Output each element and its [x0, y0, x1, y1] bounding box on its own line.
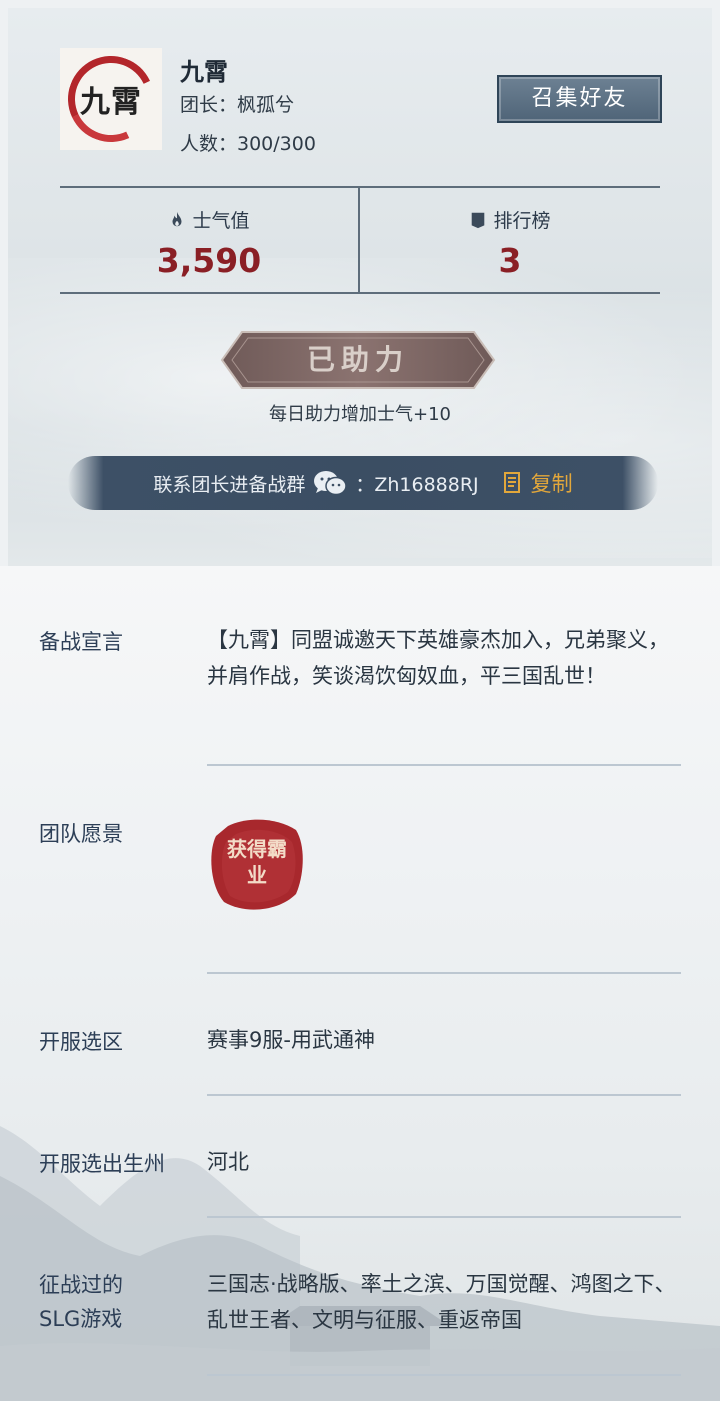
- team-member-count: 人数：300/300: [180, 133, 316, 155]
- contact-bar: 联系团长进备战群 ：Zh16888RJ 复制: [68, 456, 658, 510]
- assisted-label: 已助力: [306, 343, 409, 376]
- birth-state-value: 河北: [207, 1150, 249, 1174]
- assist-tip: 每日助力增加士气+10: [269, 404, 451, 425]
- birth-state-label: 开服选出生州: [39, 1152, 165, 1176]
- assisted-button[interactable]: 已助力: [220, 328, 496, 392]
- team-details: 备战宣言 【九霄】同盟诚邀天下英雄豪杰加入，兄弟聚义，并肩作战，笑谈渴饮匈奴血，…: [0, 566, 720, 1401]
- vision-label: 团队愿景: [39, 822, 123, 846]
- morale-label: 士气值: [192, 210, 250, 232]
- divider: [207, 764, 681, 766]
- declaration-label: 备战宣言: [39, 630, 123, 654]
- declaration-value: 【九霄】同盟诚邀天下英雄豪杰加入，兄弟聚义，并肩作战，笑谈渴饮匈奴血，平三国乱世…: [207, 628, 669, 688]
- wechat-id: ：Zh16888RJ: [355, 473, 479, 496]
- team-card: 九霄 九霄 团长：枫孤兮 人数：300/300 召集好友 士气值 3,590 排…: [8, 8, 712, 566]
- copy-icon[interactable]: [503, 471, 523, 495]
- divider: [207, 1374, 681, 1376]
- vision-seal: 获得霸业: [208, 816, 306, 914]
- divider: [207, 1216, 681, 1218]
- leaderboard-icon: [472, 212, 485, 228]
- rank-value: 3: [498, 241, 522, 280]
- morale-value: 3,590: [156, 241, 262, 280]
- rank-label: 排行榜: [493, 210, 551, 232]
- team-leader: 团长：枫孤兮: [180, 94, 295, 116]
- flame-icon: [172, 211, 182, 226]
- copy-button[interactable]: 复制: [531, 468, 573, 498]
- divider: [207, 1094, 681, 1096]
- server-value: 赛事9服-用武通神: [207, 1028, 375, 1052]
- slg-games-value: 三国志·战略版、率土之滨、万国觉醒、鸿图之下、乱世王者、文明与征服、重返帝国: [207, 1272, 676, 1332]
- slg-games-label-line2: SLG游戏: [39, 1307, 123, 1331]
- logo-text: 九霄: [80, 85, 142, 120]
- server-label: 开服选区: [39, 1030, 123, 1054]
- wechat-icon: [314, 471, 348, 496]
- divider: [207, 972, 681, 974]
- rank-stat[interactable]: 排行榜 3: [360, 188, 660, 292]
- contact-text: 联系团长进备战群: [153, 473, 306, 496]
- team-logo: 九霄: [55, 43, 167, 155]
- slg-games-label: 征战过的 SLG游戏: [39, 1268, 123, 1336]
- mountain-background: [0, 1126, 720, 1401]
- slg-games-label-line1: 征战过的: [39, 1273, 123, 1297]
- stats-panel: 士气值 3,590 排行榜 3: [60, 186, 660, 294]
- seal-text: 获得霸业: [227, 837, 287, 887]
- summon-friends-button[interactable]: 召集好友: [497, 75, 662, 123]
- team-name: 九霄: [180, 58, 228, 86]
- morale-stat: 士气值 3,590: [60, 188, 360, 292]
